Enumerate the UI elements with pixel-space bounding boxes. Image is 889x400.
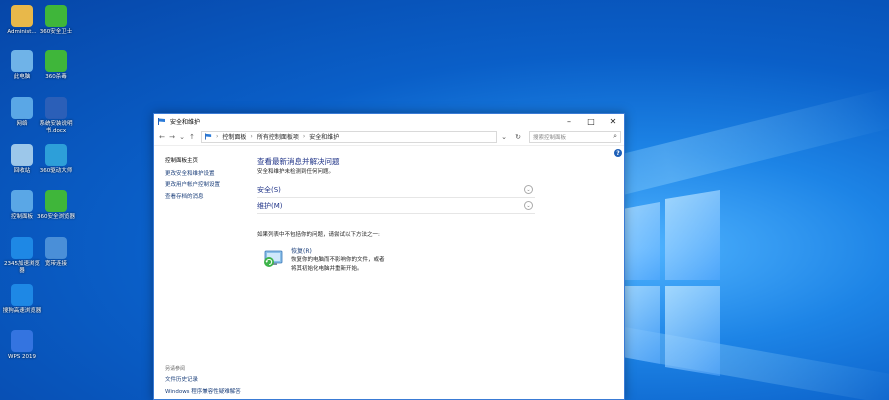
desktop-icon-label: 360驱动大师 <box>39 168 73 174</box>
breadcrumb-separator-icon: › <box>216 133 219 140</box>
360-safe-icon <box>45 5 67 27</box>
breadcrumb-current[interactable]: 安全和维护 <box>309 132 339 141</box>
wps-icon <box>11 330 33 352</box>
sidebar-home-link[interactable]: 控制面板主页 <box>165 156 255 168</box>
desktop-icon[interactable]: 360驱动大师 <box>39 144 73 175</box>
sidebar-link-change-settings[interactable]: 更改安全和维护设置 <box>165 169 255 181</box>
recycle-bin-icon <box>11 144 33 166</box>
address-bar-row: ← → ⌄ ↑ › 控制面板 › 所有控制面板项 › 安全和维护 ⌄ ↻ 搜索控… <box>154 128 624 146</box>
desktop-icon-label: 宽带连接 <box>44 261 67 267</box>
minimize-button[interactable]: – <box>558 114 580 128</box>
sidebar: 控制面板主页 更改安全和维护设置 更改用户帐户控制设置 查看存档的消息 <box>165 156 255 203</box>
desktop-icon[interactable]: 控制面板 <box>5 190 39 221</box>
desktop-icon[interactable]: 2345加速浏览器 <box>4 237 40 275</box>
search-input[interactable]: 搜索控制面板 ⌕ <box>529 130 621 143</box>
desktop-icon[interactable]: 系统安装说明书.docx <box>39 97 73 135</box>
window-title: 安全和维护 <box>170 118 201 126</box>
recovery-link[interactable]: 恢复(R) <box>291 247 389 256</box>
desktop-icon[interactable]: 网络 <box>5 97 39 128</box>
forward-arrow-icon[interactable]: → <box>167 133 177 141</box>
desktop-icon-label: 360安全浏览器 <box>37 214 75 220</box>
address-box[interactable]: › 控制面板 › 所有控制面板项 › 安全和维护 <box>201 130 497 143</box>
desktop-icon[interactable]: 此电脑 <box>5 50 39 81</box>
refresh-icon[interactable]: ↻ <box>511 131 525 143</box>
recovery-icon <box>264 250 283 267</box>
breadcrumb-control-panel[interactable]: 控制面板 <box>222 132 246 141</box>
360-browser-icon <box>45 190 67 212</box>
back-arrow-icon[interactable]: ← <box>157 133 167 141</box>
flag-icon <box>158 117 165 125</box>
flag-icon <box>205 133 212 140</box>
windows-wallpaper-logo-icon <box>610 190 720 380</box>
security-maintenance-window: 安全和维护 – □ ✕ ← → ⌄ ↑ › 控制面板 › 所有控制面板项 › 安… <box>153 113 625 400</box>
breadcrumb-all-items[interactable]: 所有控制面板项 <box>257 132 299 141</box>
dropdown-icon[interactable]: ⌄ <box>497 131 511 143</box>
desktop-icon-label: 360杀毒 <box>45 74 67 80</box>
desktop-icon[interactable]: 360安全浏览器 <box>37 190 75 221</box>
desktop-icon-label: WPS 2019 <box>8 354 36 360</box>
desktop-icon-label: 360安全卫士 <box>39 29 73 35</box>
up-arrow-icon[interactable]: ↑ <box>187 133 197 141</box>
desktop-icon[interactable]: 搜狗高速浏览器 <box>2 284 42 315</box>
see-also: 另请参阅 文件历史记录 Windows 程序兼容性疑难解答 <box>165 365 241 398</box>
desktop-icon-label: 搜狗高速浏览器 <box>2 308 42 314</box>
hint-text: 如果列表中不包括你的问题，请尝试以下方法之一: <box>257 232 380 238</box>
see-also-heading: 另请参阅 <box>165 366 186 372</box>
computer-icon <box>11 50 33 72</box>
desktop-icon[interactable]: WPS 2019 <box>5 330 39 361</box>
main-content: 查看最新消息并解决问题 安全和维护未检测到任何问题。 安全(S) ⌄ 维护(M)… <box>257 156 535 273</box>
section-security-label: 安全(S) <box>257 185 281 194</box>
network-icon <box>11 97 33 119</box>
desktop-icon[interactable]: 360杀毒 <box>39 50 73 81</box>
section-maintenance[interactable]: 维护(M) ⌄ <box>257 198 535 214</box>
recovery-item: 恢复(R) 恢复你的电脑而不影响你的文件，或者将其初始化电脑并重新开始。 <box>262 247 535 273</box>
title-bar[interactable]: 安全和维护 – □ ✕ <box>154 114 624 128</box>
status-text: 安全和维护未检测到任何问题。 <box>257 169 335 175</box>
word-document-icon <box>45 97 67 119</box>
maximize-button[interactable]: □ <box>580 114 602 128</box>
desktop-icon[interactable]: Administ... <box>5 5 39 36</box>
desktop-icon[interactable]: 宽带连接 <box>39 237 73 268</box>
close-button[interactable]: ✕ <box>602 114 624 128</box>
page-title: 查看最新消息并解决问题 <box>257 157 340 166</box>
user-folder-icon <box>11 5 33 27</box>
breadcrumb-separator-icon: › <box>302 133 306 140</box>
desktop-icon[interactable]: 回收站 <box>5 144 39 175</box>
search-placeholder: 搜索控制面板 <box>533 134 567 141</box>
2345-browser-icon <box>11 237 33 259</box>
see-also-file-history[interactable]: 文件历史记录 <box>165 374 241 386</box>
chevron-down-icon[interactable]: ⌄ <box>524 185 533 194</box>
desktop-icon[interactable]: 360安全卫士 <box>39 5 73 36</box>
360-antivirus-icon <box>45 50 67 72</box>
section-maintenance-label: 维护(M) <box>257 201 283 210</box>
chevron-down-icon[interactable]: ⌄ <box>524 201 533 210</box>
broadband-icon <box>45 237 67 259</box>
breadcrumb-separator-icon: › <box>250 133 253 140</box>
section-security[interactable]: 安全(S) ⌄ <box>257 182 535 198</box>
sogou-browser-icon <box>11 284 33 306</box>
desktop-icon-label: 系统安装说明书.docx <box>39 121 73 134</box>
recovery-description: 恢复你的电脑而不影响你的文件，或者将其初始化电脑并重新开始。 <box>291 257 385 272</box>
sidebar-link-uac-settings[interactable]: 更改用户帐户控制设置 <box>165 180 255 192</box>
sidebar-link-archived-messages[interactable]: 查看存档的消息 <box>165 192 255 204</box>
control-panel-icon <box>11 190 33 212</box>
search-icon: ⌕ <box>613 132 617 140</box>
recent-locations-icon[interactable]: ⌄ <box>177 133 187 141</box>
see-also-compat-troubleshooter[interactable]: Windows 程序兼容性疑难解答 <box>165 386 241 398</box>
help-icon[interactable]: ? <box>614 149 622 157</box>
driver-master-icon <box>45 144 67 166</box>
